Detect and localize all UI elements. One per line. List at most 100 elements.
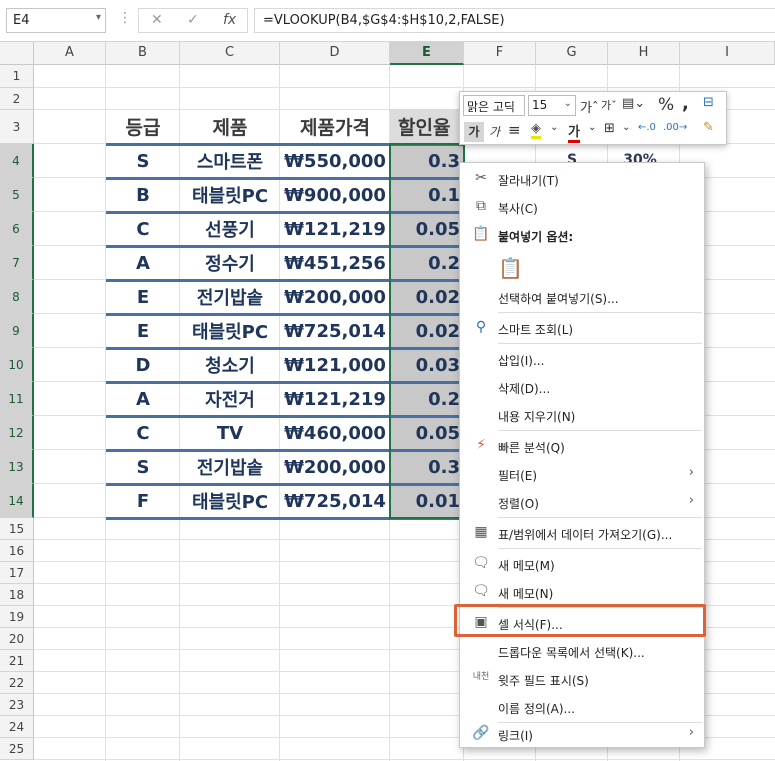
table-cell-grade[interactable]: E — [106, 314, 180, 348]
table-cell-price[interactable]: ₩200,000 — [280, 280, 390, 314]
table-cell-discount[interactable]: 0.02 — [390, 314, 464, 348]
row-header-14[interactable]: 14 — [0, 484, 34, 518]
row-header-15[interactable]: 15 — [0, 518, 34, 540]
table-cell-grade[interactable]: A — [106, 246, 180, 280]
font-size-select[interactable]: 15 ⌄ — [528, 95, 576, 116]
table-cell-discount[interactable]: 0.05 — [390, 416, 464, 450]
format-painter-icon[interactable]: ✎ — [703, 120, 714, 135]
table-cell-product[interactable]: TV — [180, 416, 280, 450]
table-cell-price[interactable]: ₩121,000 — [280, 348, 390, 382]
column-header-b[interactable]: B — [106, 42, 180, 65]
merge-center-icon[interactable]: ⊟ — [703, 95, 714, 110]
row-header-22[interactable]: 22 — [0, 672, 34, 694]
table-cell-discount[interactable]: 0.3 — [390, 450, 464, 484]
header-price[interactable]: 제품가격 — [280, 109, 390, 144]
table-cell-product[interactable]: 스마트폰 — [180, 144, 280, 178]
row-header-9[interactable]: 9 — [0, 314, 34, 348]
column-header-c[interactable]: C — [180, 42, 280, 65]
chevron-down-icon[interactable]: ⌄ — [550, 122, 558, 133]
table-cell-product[interactable]: 선풍기 — [180, 212, 280, 246]
table-cell-product[interactable]: 청소기 — [180, 348, 280, 382]
table-cell-price[interactable]: ₩451,256 — [280, 246, 390, 280]
menu-get-data[interactable]: ▦ 표/범위에서 데이터 가져오기(G)... — [460, 519, 704, 547]
row-header-2[interactable]: 2 — [0, 88, 34, 110]
row-header-1[interactable]: 1 — [0, 65, 34, 88]
increase-font-icon[interactable]: 가ˆ — [580, 97, 598, 116]
table-cell-discount[interactable]: 0.2 — [390, 382, 464, 416]
column-header-d[interactable]: D — [280, 42, 390, 65]
enter-icon[interactable]: ✓ — [187, 12, 199, 28]
table-cell-price[interactable]: ₩200,000 — [280, 450, 390, 484]
row-header-23[interactable]: 23 — [0, 694, 34, 716]
row-header-8[interactable]: 8 — [0, 280, 34, 314]
table-cell-grade[interactable]: F — [106, 484, 180, 518]
column-header-e[interactable]: E — [390, 42, 464, 65]
menu-smart-lookup[interactable]: ⚲ 스마트 조회(L) — [460, 314, 704, 342]
table-cell-grade[interactable]: B — [106, 178, 180, 212]
header-product[interactable]: 제품 — [180, 109, 280, 144]
paste-option-default[interactable]: 📋 — [460, 251, 704, 283]
table-cell-price[interactable]: ₩725,014 — [280, 314, 390, 348]
table-cell-discount[interactable]: 0.05 — [390, 212, 464, 246]
table-cell-grade[interactable]: S — [106, 450, 180, 484]
header-grade[interactable]: 등급 — [106, 109, 180, 144]
table-cell-price[interactable]: ₩725,014 — [280, 484, 390, 518]
table-cell-product[interactable]: 정수기 — [180, 246, 280, 280]
menu-insert[interactable]: 삽입(I)... — [460, 345, 704, 373]
row-header-19[interactable]: 19 — [0, 606, 34, 628]
row-header-7[interactable]: 7 — [0, 246, 34, 280]
menu-clear-contents[interactable]: 내용 지우기(N) — [460, 401, 704, 429]
increase-decimal-icon[interactable]: .00→ — [663, 122, 687, 133]
table-cell-discount[interactable]: 0.01 — [390, 484, 464, 518]
table-cell-price[interactable]: ₩460,000 — [280, 416, 390, 450]
row-header-18[interactable]: 18 — [0, 584, 34, 606]
row-header-21[interactable]: 21 — [0, 650, 34, 672]
table-cell-grade[interactable]: S — [106, 144, 180, 178]
table-cell-grade[interactable]: C — [106, 416, 180, 450]
table-cell-grade[interactable]: A — [106, 382, 180, 416]
name-box[interactable]: E4 ▾ — [6, 8, 106, 33]
menu-delete[interactable]: 삭제(D)... — [460, 373, 704, 401]
row-header-25[interactable]: 25 — [0, 738, 34, 760]
chevron-down-icon[interactable]: ⌄ — [622, 122, 630, 133]
table-cell-discount[interactable]: 0.1 — [390, 178, 464, 212]
menu-quick-analysis[interactable]: ⚡ 빠른 분석(Q) — [460, 432, 704, 460]
column-header-i[interactable]: I — [680, 42, 775, 65]
row-header-5[interactable]: 5 — [0, 178, 34, 212]
align-center-icon[interactable]: ≡ — [508, 121, 521, 139]
menu-link[interactable]: 🔗 링크(I) › — [460, 720, 704, 748]
italic-button[interactable]: 가 — [489, 123, 500, 140]
cancel-icon[interactable]: ✕ — [151, 12, 163, 28]
menu-define-name[interactable]: 이름 정의(A)... — [460, 693, 704, 721]
row-header-10[interactable]: 10 — [0, 348, 34, 382]
table-cell-product[interactable]: 태블릿PC — [180, 484, 280, 518]
table-cell-product[interactable]: 자전거 — [180, 382, 280, 416]
decrease-decimal-icon[interactable]: ←.0 — [638, 122, 656, 133]
table-cell-discount[interactable]: 0.03 — [390, 348, 464, 382]
row-header-11[interactable]: 11 — [0, 382, 34, 416]
menu-cut[interactable]: ✂ 잘라내기(T) — [460, 165, 704, 193]
table-cell-grade[interactable]: D — [106, 348, 180, 382]
percent-icon[interactable]: % — [658, 95, 674, 115]
menu-sort[interactable]: 정렬(O) › — [460, 488, 704, 516]
menu-paste-special[interactable]: 선택하여 붙여넣기(S)... — [460, 283, 704, 311]
row-header-20[interactable]: 20 — [0, 628, 34, 650]
menu-filter[interactable]: 필터(E) › — [460, 460, 704, 488]
table-cell-price[interactable]: ₩900,000 — [280, 178, 390, 212]
formula-input[interactable]: =VLOOKUP(B4,$G$4:$H$10,2,FALSE) — [254, 8, 775, 33]
column-header-f[interactable]: F — [464, 42, 536, 65]
table-cell-grade[interactable]: E — [106, 280, 180, 314]
select-all-corner[interactable] — [0, 42, 34, 65]
row-header-3[interactable]: 3 — [0, 110, 34, 144]
row-header-16[interactable]: 16 — [0, 540, 34, 562]
menu-new-comment[interactable]: 🗨 새 메모(M) — [460, 550, 704, 578]
font-name-select[interactable]: 맑은 고딕 — [463, 95, 525, 116]
decrease-font-icon[interactable]: 가ˇ — [601, 97, 617, 113]
font-color-button[interactable]: 가 — [568, 121, 580, 143]
insert-function-icon[interactable]: fx — [223, 12, 236, 28]
menu-new-note[interactable]: 🗨 새 메모(N) — [460, 578, 704, 606]
column-header-h[interactable]: H — [608, 42, 680, 65]
menu-copy[interactable]: ⧉ 복사(C) — [460, 193, 704, 221]
table-cell-grade[interactable]: C — [106, 212, 180, 246]
column-header-g[interactable]: G — [536, 42, 608, 65]
